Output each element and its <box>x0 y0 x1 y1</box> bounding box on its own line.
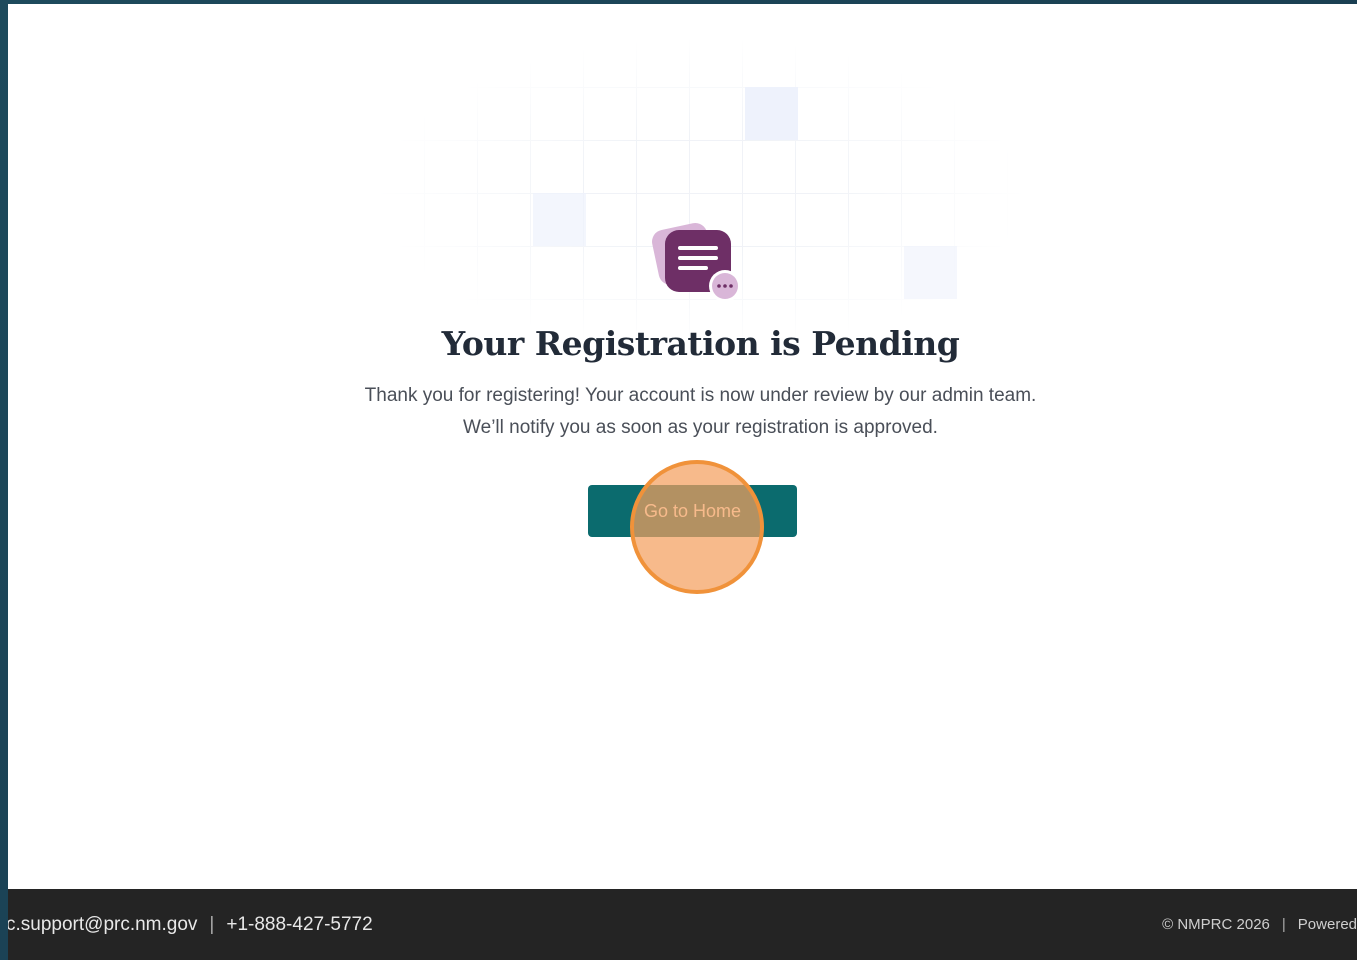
footer-separator: | <box>209 914 215 935</box>
decorative-grid-tile <box>904 246 957 299</box>
registration-pending-page: Your Registration is Pending Thank you f… <box>8 4 1357 960</box>
decorative-grid-tile <box>533 193 586 246</box>
app-window: Your Registration is Pending Thank you f… <box>0 0 1357 960</box>
pending-description: Thank you for registering! Your account … <box>8 380 1357 444</box>
description-line-1: Thank you for registering! Your account … <box>364 385 1037 406</box>
decorative-grid-tile <box>745 87 798 140</box>
description-line-2: We’ll notify you as soon as your registr… <box>463 417 938 438</box>
copyright-text: © NMPRC 2026 <box>1162 916 1270 933</box>
footer-legal: © NMPRC 2026 | Powered <box>1162 889 1357 960</box>
powered-by-text: Powered <box>1297 916 1357 933</box>
footer: c.support@prc.nm.gov | +1-888-427-5772 © N… <box>8 889 1357 960</box>
pending-message-icon <box>651 216 743 308</box>
go-to-home-button[interactable]: Go to Home <box>588 485 797 537</box>
support-email-link[interactable]: c.support@prc.nm.gov <box>8 914 197 935</box>
support-phone-link[interactable]: +1-888-427-5772 <box>226 914 372 935</box>
footer-separator: | <box>1281 916 1286 933</box>
page-title: Your Registration is Pending <box>441 324 960 363</box>
footer-contact: c.support@prc.nm.gov | +1-888-427-5772 <box>8 889 373 960</box>
